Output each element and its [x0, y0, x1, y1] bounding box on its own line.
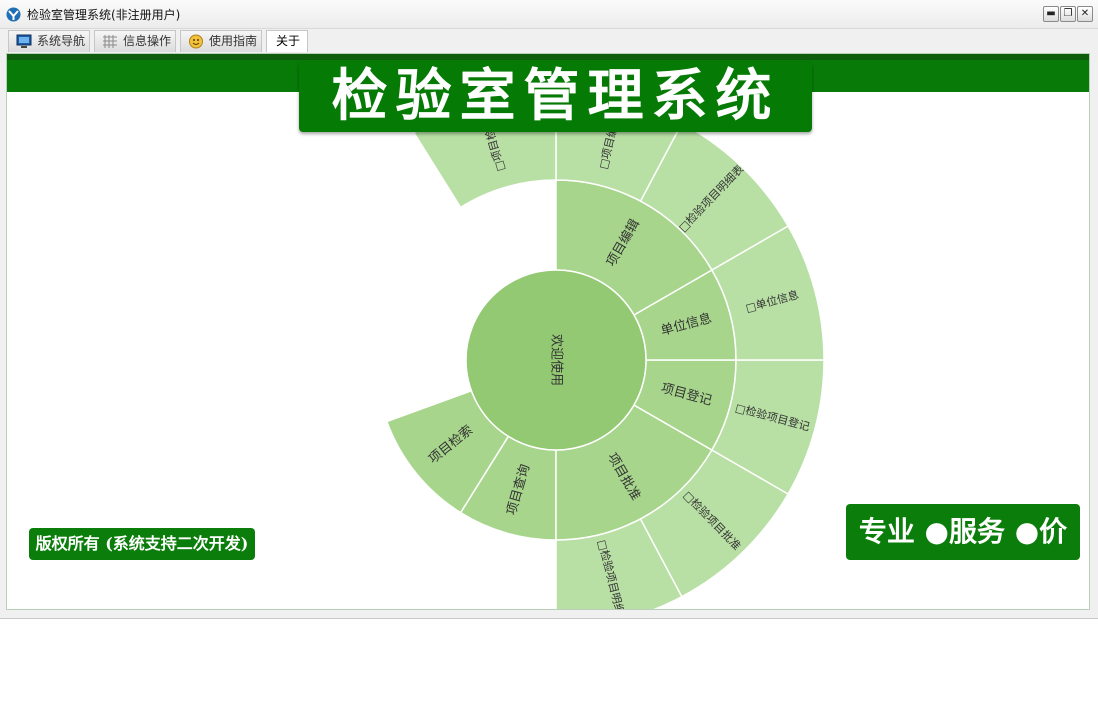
page-title: 检验室管理系统	[299, 62, 812, 132]
monitor-icon	[16, 34, 32, 48]
tab-label: 关于	[276, 34, 301, 48]
tab-system-nav[interactable]: 系统导航	[8, 30, 90, 52]
close-button[interactable]: ✕	[1077, 6, 1093, 22]
copyright-badge: 版权所有 (系统支持二次开发)	[29, 528, 255, 560]
smiley-icon	[189, 34, 203, 49]
tab-label: 系统导航	[37, 34, 86, 48]
app-logo-icon	[6, 7, 21, 22]
restore-button[interactable]: ❐	[1060, 6, 1076, 22]
grid-icon	[103, 35, 117, 48]
sunburst-center-label: 欢迎使用	[549, 334, 565, 386]
tab-info-ops[interactable]: 信息操作	[94, 30, 176, 52]
tab-about[interactable]: 关于	[266, 30, 308, 52]
tab-label: 使用指南	[209, 34, 258, 48]
slogan-badge: 专业 ●服务 ●价值	[846, 504, 1080, 604]
tab-user-guide[interactable]: 使用指南	[180, 30, 262, 52]
tab-label: 信息操作	[123, 34, 172, 48]
app-window: 检验室管理系统(非注册用户) ▬ ❐ ✕ 系统导航 信息操作 使用指南 关于 欢…	[0, 0, 1098, 619]
window-title: 检验室管理系统(非注册用户)	[27, 8, 181, 22]
minimize-button[interactable]: ▬	[1043, 6, 1059, 22]
main-panel: 欢迎使用 项目查询 项目批准 项目登记 单位信息 项目编辑 项目检索 □检验项目明细 □检验项目…	[6, 53, 1090, 610]
title-bar: 检验室管理系统(非注册用户) ▬ ❐ ✕	[0, 0, 1098, 29]
